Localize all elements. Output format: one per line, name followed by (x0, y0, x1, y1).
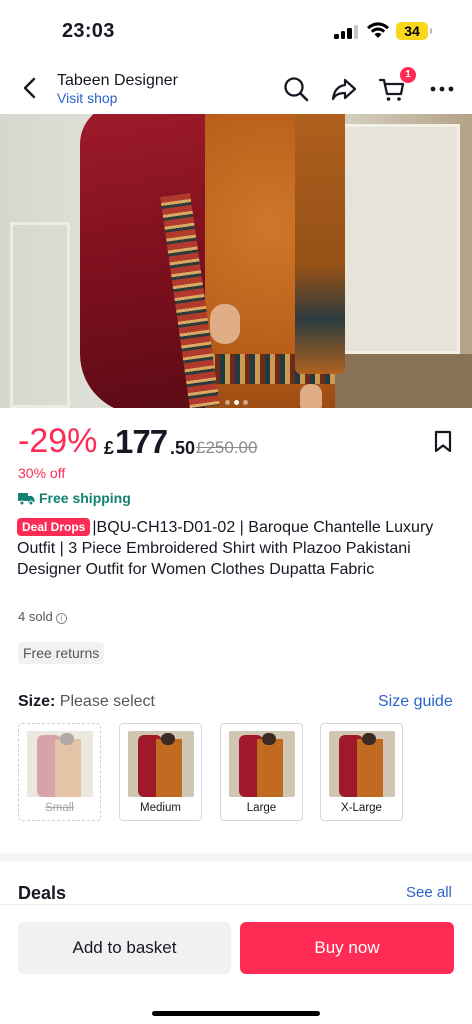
gallery-dot (242, 400, 248, 405)
free-returns-tag: Free returns (18, 642, 105, 664)
size-hint: Please select (59, 693, 155, 710)
gallery-pagination-dots (0, 392, 472, 405)
size-option-medium[interactable]: Medium (119, 723, 202, 821)
info-icon[interactable]: i (55, 613, 67, 624)
original-price: £250.00 (196, 438, 258, 457)
bookmark-icon[interactable] (433, 430, 453, 454)
cellular-signal-icon (334, 24, 360, 39)
home-indicator[interactable] (152, 1011, 320, 1016)
see-all-link[interactable]: See all (406, 884, 452, 901)
battery-indicator: 34 (396, 22, 432, 40)
size-thumbnail (27, 731, 93, 797)
sold-count-text: 4 sold (18, 609, 53, 624)
size-thumbnail (229, 731, 295, 797)
shop-name[interactable]: Tabeen Designer (57, 72, 178, 90)
price-integer: 177 (115, 423, 168, 460)
gallery-dot-active (233, 400, 239, 405)
bottom-action-bar: Add to basket Buy now (0, 904, 472, 1024)
cart-count-badge: 1 (400, 67, 416, 83)
more-options-icon[interactable] (428, 75, 456, 103)
status-time: 23:03 (62, 20, 115, 42)
size-thumbnail (329, 731, 395, 797)
wifi-icon (367, 22, 389, 38)
size-option-large[interactable]: Large (220, 723, 303, 821)
buy-now-button[interactable]: Buy now (240, 922, 454, 974)
percent-off-label: 30% off (18, 465, 66, 481)
size-option-small[interactable]: Small (18, 723, 101, 821)
size-thumbnail (128, 731, 194, 797)
size-option-label: X-Large (341, 802, 382, 814)
product-title: Deal Drops |BQU-CH13-D01-02 | Baroque Cha… (17, 517, 457, 580)
deals-heading: Deals (18, 883, 67, 903)
deal-drops-badge: Deal Drops (17, 518, 91, 536)
add-to-basket-button[interactable]: Add to basket (18, 922, 231, 974)
share-icon[interactable] (330, 75, 358, 103)
free-shipping-label: Free shipping (39, 490, 131, 506)
section-divider (0, 853, 472, 861)
product-image-gallery[interactable] (0, 114, 472, 408)
delivery-truck-icon (18, 493, 35, 506)
size-option-label: Large (246, 802, 277, 814)
size-option-label: Medium (140, 802, 181, 814)
sold-count: 4 sold i (18, 609, 67, 624)
size-option-label: Small (45, 802, 74, 814)
size-selector-label: Size: Please select (18, 693, 155, 711)
back-arrow-icon[interactable] (18, 76, 42, 100)
size-guide-link[interactable]: Size guide (378, 693, 453, 711)
gallery-dot (224, 400, 230, 405)
status-bar: 23:03 34 (0, 0, 472, 62)
discount-percent: -29% (18, 422, 98, 460)
shop-header: Tabeen Designer Visit shop 1 (0, 62, 472, 114)
free-shipping: Free shipping (18, 490, 131, 506)
size-option-x-large[interactable]: X-Large (320, 723, 403, 821)
search-icon[interactable] (282, 75, 310, 103)
size-label: Size: (18, 693, 56, 710)
price-decimal: .50 (170, 438, 196, 458)
price-currency: £ (104, 438, 115, 458)
visit-shop-link[interactable]: Visit shop (57, 90, 117, 106)
